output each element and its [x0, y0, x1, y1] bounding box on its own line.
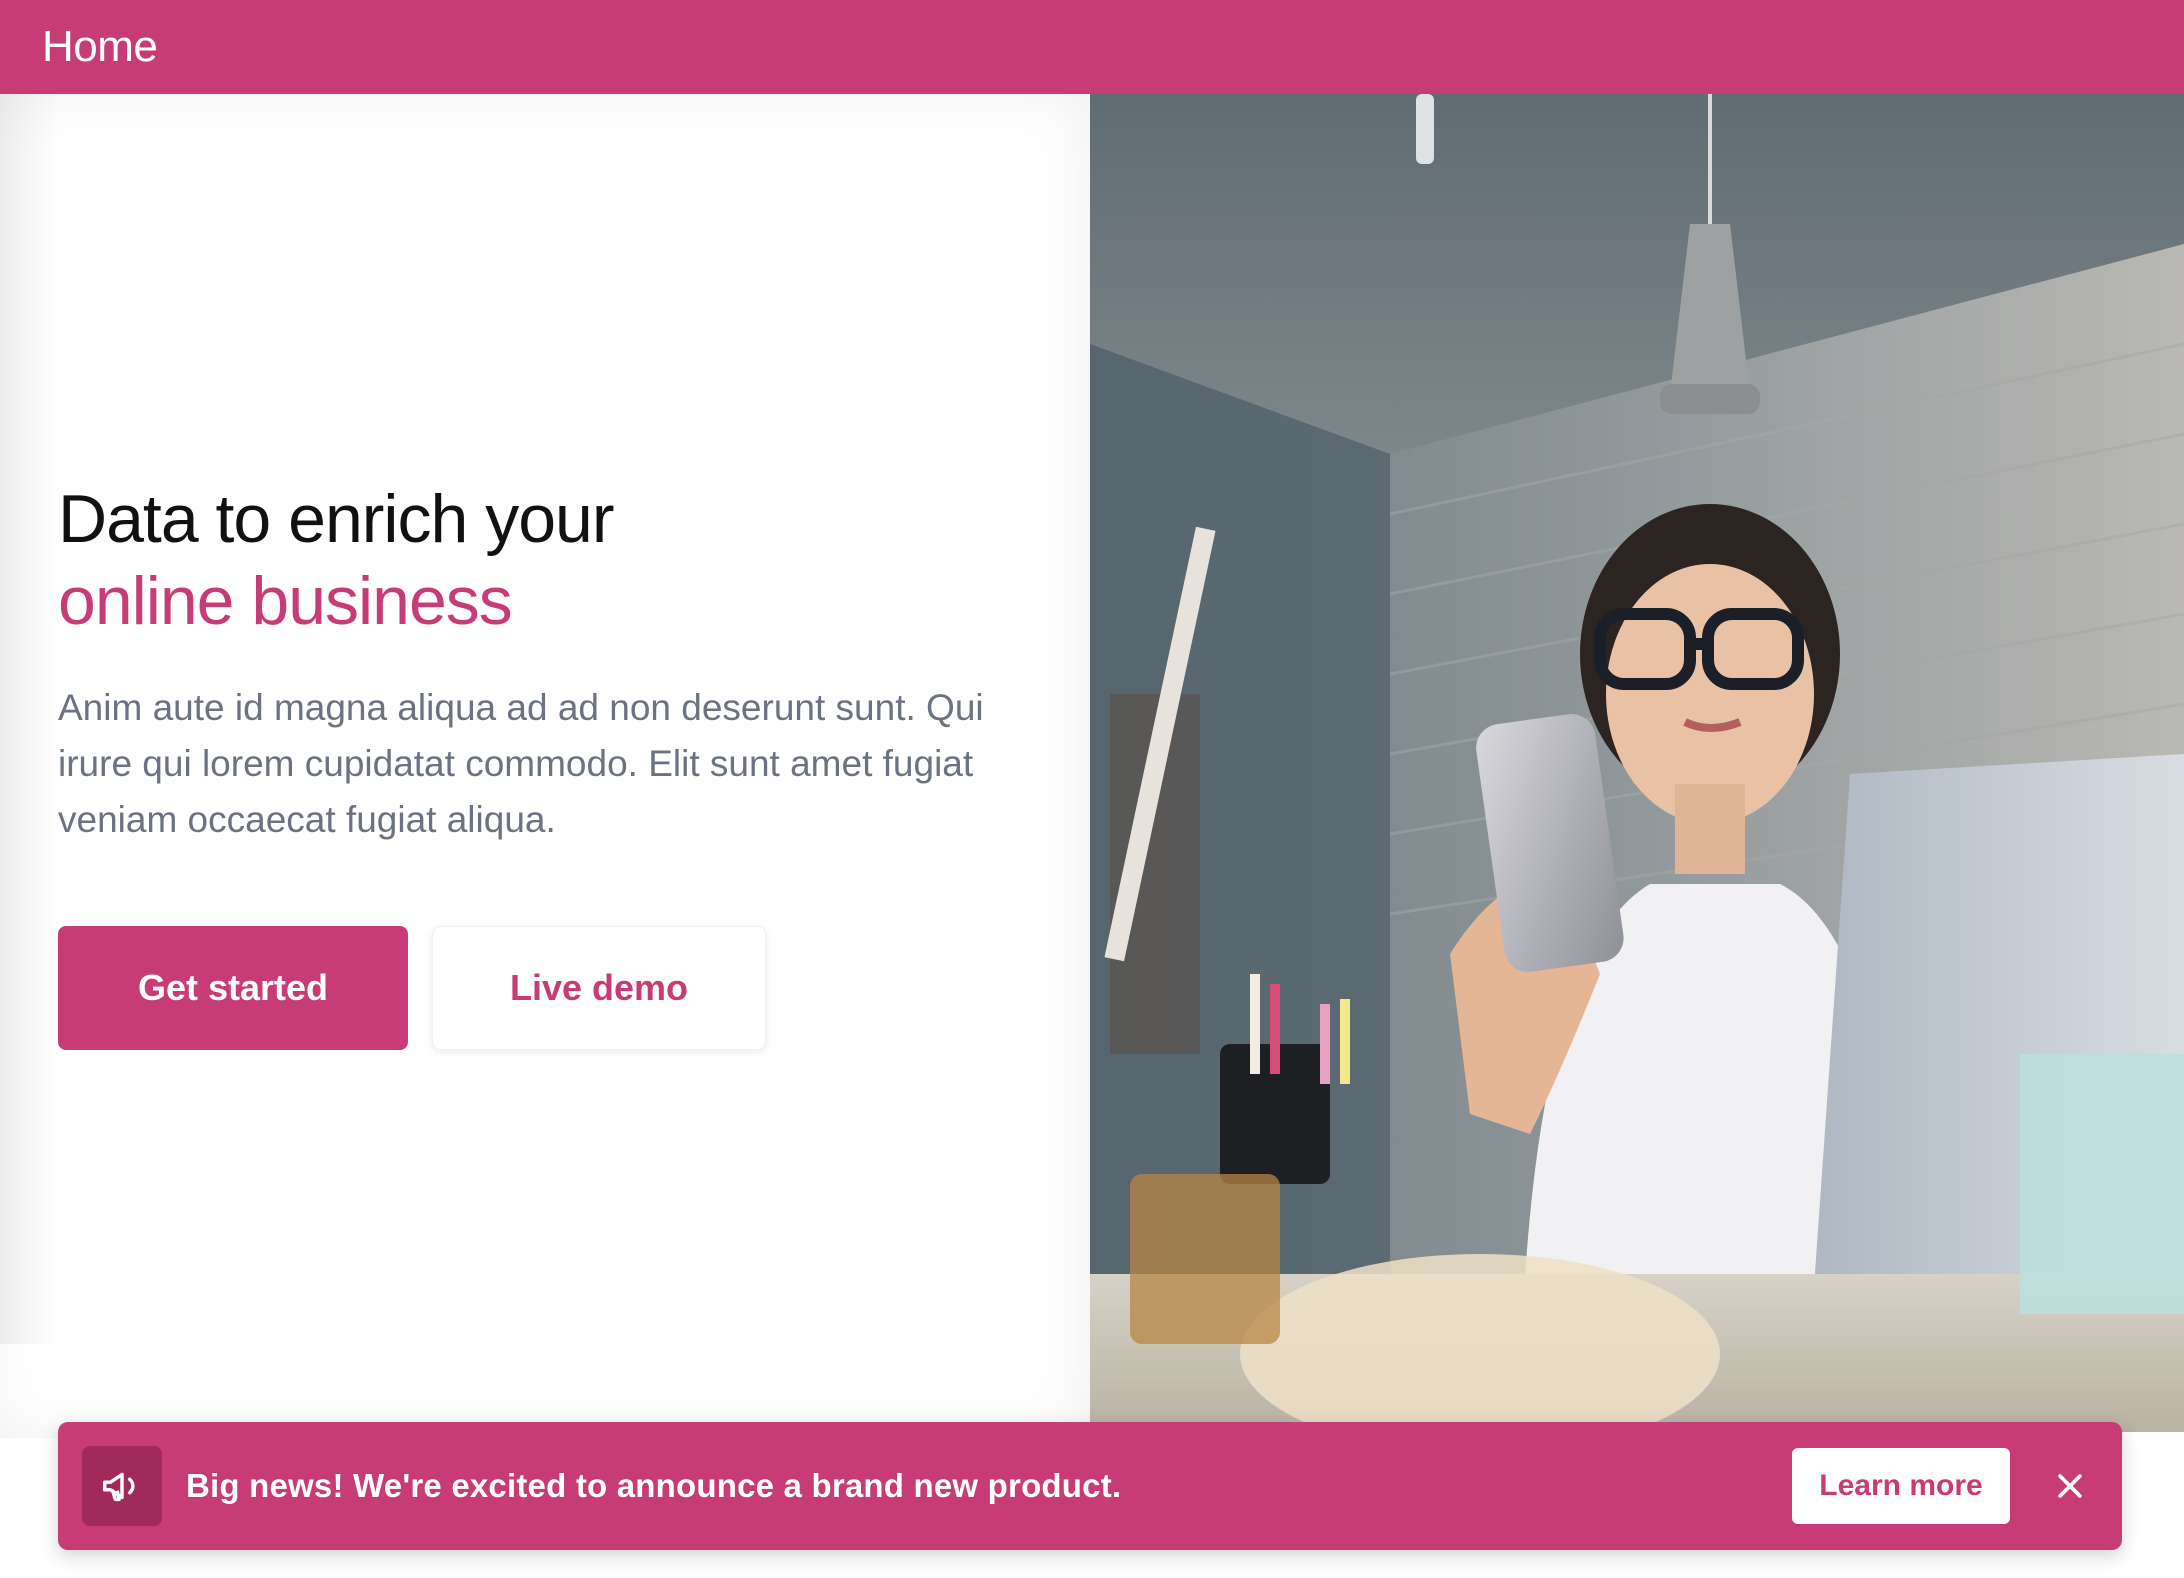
megaphone-icon [103, 1472, 135, 1502]
navbar-home-link[interactable]: Home [42, 22, 158, 72]
close-icon-glyph [2058, 1474, 2082, 1498]
learn-more-button[interactable]: Learn more [1792, 1448, 2010, 1524]
hero-photo [1090, 94, 2184, 1432]
hero-description: Anim aute id magna aliqua ad ad non dese… [58, 687, 984, 840]
live-demo-button[interactable]: Live demo [432, 926, 766, 1050]
top-navbar: Home [0, 0, 2184, 94]
megaphone-icon-box [82, 1446, 162, 1526]
hero-headline: Data to enrich your online business [58, 478, 615, 642]
announcement-text: Big news! We're excited to announce a br… [186, 1467, 1122, 1504]
hero-photo-illustration [1090, 94, 2184, 1432]
hero-headline-accent: online business [58, 563, 513, 639]
announcement-banner: Big news! We're excited to announce a br… [58, 1422, 2122, 1550]
get-started-button[interactable]: Get started [58, 926, 408, 1050]
close-icon[interactable] [2042, 1458, 2098, 1514]
hero-headline-line1: Data to enrich your [58, 481, 615, 557]
